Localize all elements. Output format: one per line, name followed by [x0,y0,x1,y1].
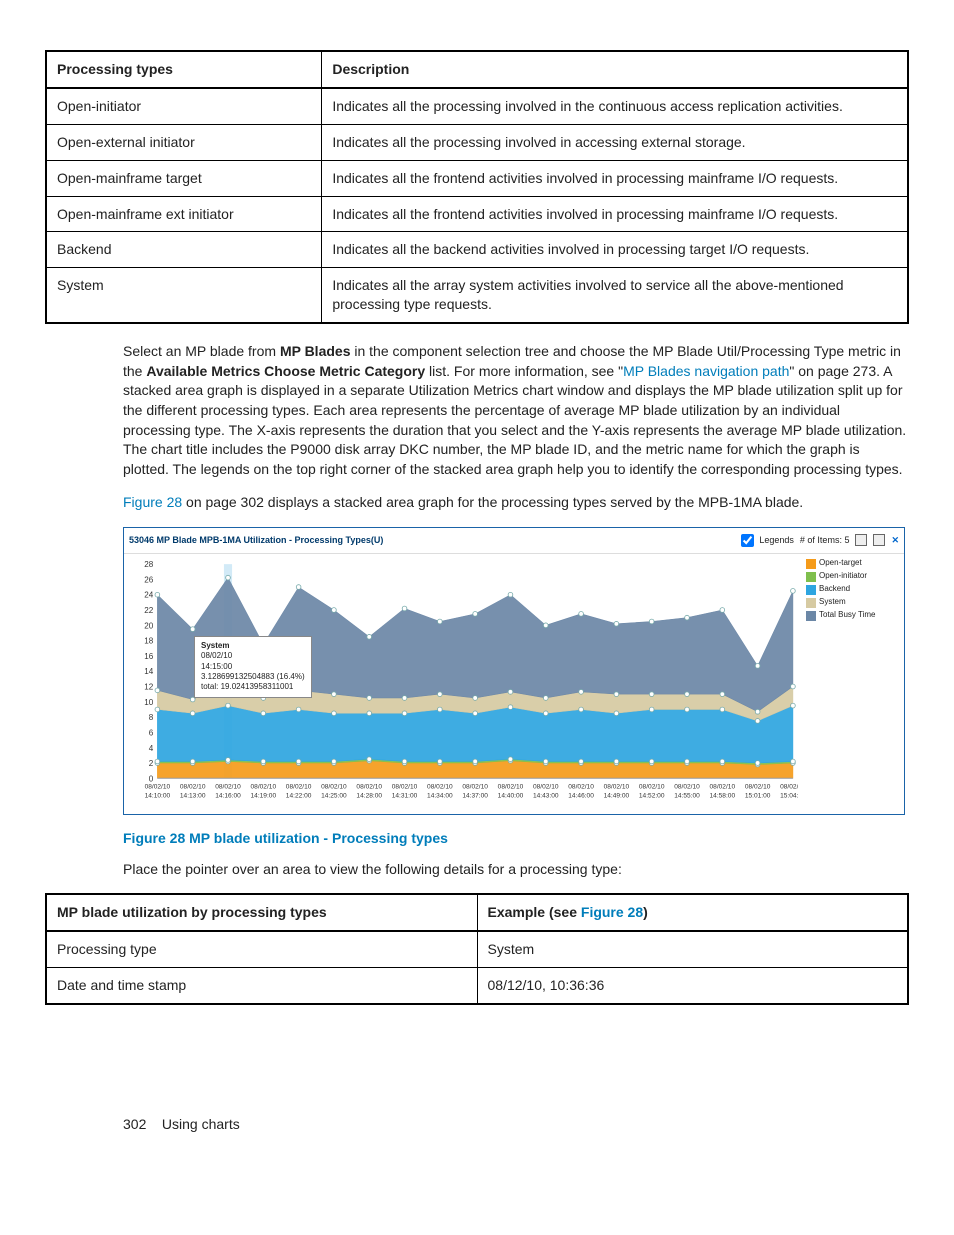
th-example: Example (see Figure 28) [477,894,908,931]
svg-text:14:58:00: 14:58:00 [710,793,736,800]
svg-text:4: 4 [149,744,154,753]
svg-text:08/02/10: 08/02/10 [180,783,206,790]
svg-text:08/02/10: 08/02/10 [356,783,382,790]
svg-text:08/02/10: 08/02/10 [251,783,277,790]
svg-text:14:37:00: 14:37:00 [462,793,488,800]
svg-text:08/02/10: 08/02/10 [462,783,488,790]
svg-text:14:34:00: 14:34:00 [427,793,453,800]
svg-text:08/02/10: 08/02/10 [604,783,630,790]
table-row: Processing typeSystem [46,931,908,967]
svg-text:15:01:00: 15:01:00 [745,793,771,800]
svg-text:14:55:00: 14:55:00 [674,793,700,800]
chart-legend: Open-target Open-initiator Backend System To… [803,554,904,814]
chart-tooltip: System 08/02/10 14:15:00 3.1286991325048… [194,636,312,698]
legend-item[interactable]: Open-target [806,559,901,569]
table-row: Open-mainframe ext initiatorIndicates al… [46,196,908,232]
svg-text:24: 24 [144,591,153,600]
svg-text:2: 2 [149,759,154,768]
svg-text:08/02/10: 08/02/10 [780,783,798,790]
svg-text:14:49:00: 14:49:00 [604,793,630,800]
svg-text:14:16:00: 14:16:00 [215,793,241,800]
paragraph-figref: Figure 28 on page 302 displays a stacked… [123,493,909,513]
svg-text:16: 16 [144,652,153,661]
legend-item[interactable]: Backend [806,585,901,595]
svg-text:08/02/10: 08/02/10 [321,783,347,790]
svg-text:08/02/10: 08/02/10 [745,783,771,790]
paragraph-intro: Select an MP blade from MP Blades in the… [123,342,909,479]
svg-text:28: 28 [144,560,153,569]
svg-text:08/02/10: 08/02/10 [568,783,594,790]
tool-icon-1[interactable] [855,534,867,546]
legends-checkbox[interactable]: Legends [737,531,794,550]
th-util: MP blade utilization by processing types [46,894,477,931]
svg-text:08/02/10: 08/02/10 [286,783,312,790]
paragraph-pointer: Place the pointer over an area to view t… [123,860,909,880]
svg-text:0: 0 [149,774,154,783]
th-desc: Description [322,51,908,88]
chart-toolbar: Legends # of Items: 5 ✕ [737,531,899,550]
chart-title: 53046 MP Blade MPB-1MA Utilization - Pro… [129,534,383,546]
svg-text:08/02/10: 08/02/10 [639,783,665,790]
table-row: Open-initiatorIndicates all the processi… [46,88,908,124]
figure-caption: Figure 28 MP blade utilization - Process… [123,829,909,848]
section-title: Using charts [162,1116,240,1132]
svg-text:08/02/10: 08/02/10 [215,783,241,790]
table-row: Date and time stamp08/12/10, 10:36:36 [46,968,908,1004]
example-table: MP blade utilization by processing types… [45,893,909,1005]
svg-text:08/02/10: 08/02/10 [710,783,736,790]
svg-text:14:22:00: 14:22:00 [286,793,312,800]
svg-text:14:31:00: 14:31:00 [392,793,418,800]
close-icon[interactable]: ✕ [891,534,899,546]
svg-text:14:46:00: 14:46:00 [568,793,594,800]
processing-types-table: Processing types Description Open-initia… [45,50,909,324]
table-row: SystemIndicates all the array system act… [46,268,908,323]
svg-text:8: 8 [149,713,154,722]
chart-plot-area[interactable]: 024681012141618202224262808/02/1014:10:0… [124,554,803,814]
svg-text:08/02/10: 08/02/10 [533,783,559,790]
svg-text:08/02/10: 08/02/10 [145,783,171,790]
items-count: # of Items: 5 [800,534,850,546]
svg-text:15:04:00: 15:04:00 [780,793,798,800]
svg-text:14:40:00: 14:40:00 [498,793,524,800]
legend-item[interactable]: System [806,598,901,608]
svg-text:14:13:00: 14:13:00 [180,793,206,800]
svg-text:14: 14 [144,667,153,676]
svg-text:20: 20 [144,621,153,630]
link-nav-path[interactable]: MP Blades navigation path [623,363,789,379]
svg-text:18: 18 [144,637,153,646]
link-figure-28-table[interactable]: Figure 28 [581,904,643,920]
svg-text:08/02/10: 08/02/10 [498,783,524,790]
svg-text:10: 10 [144,698,153,707]
th-types: Processing types [46,51,322,88]
svg-text:14:10:00: 14:10:00 [145,793,171,800]
tool-icon-2[interactable] [873,534,885,546]
svg-text:14:19:00: 14:19:00 [251,793,277,800]
svg-text:12: 12 [144,682,153,691]
svg-text:14:43:00: 14:43:00 [533,793,559,800]
legend-item[interactable]: Total Busy Time [806,611,901,621]
svg-text:08/02/10: 08/02/10 [674,783,700,790]
svg-text:26: 26 [144,575,153,584]
table-row: Open-external initiatorIndicates all the… [46,124,908,160]
page-footer: 302 Using charts [123,1115,909,1134]
svg-text:08/02/10: 08/02/10 [427,783,453,790]
svg-text:22: 22 [144,606,153,615]
page-number: 302 [123,1116,146,1132]
svg-text:6: 6 [149,728,154,737]
svg-text:14:52:00: 14:52:00 [639,793,665,800]
legend-item[interactable]: Open-initiator [806,572,901,582]
svg-text:08/02/10: 08/02/10 [392,783,418,790]
svg-text:14:25:00: 14:25:00 [321,793,347,800]
chart-container: 53046 MP Blade MPB-1MA Utilization - Pro… [123,527,905,815]
link-figure-28[interactable]: Figure 28 [123,494,182,510]
svg-text:14:28:00: 14:28:00 [356,793,382,800]
table-row: Open-mainframe targetIndicates all the f… [46,160,908,196]
table-row: BackendIndicates all the backend activit… [46,232,908,268]
